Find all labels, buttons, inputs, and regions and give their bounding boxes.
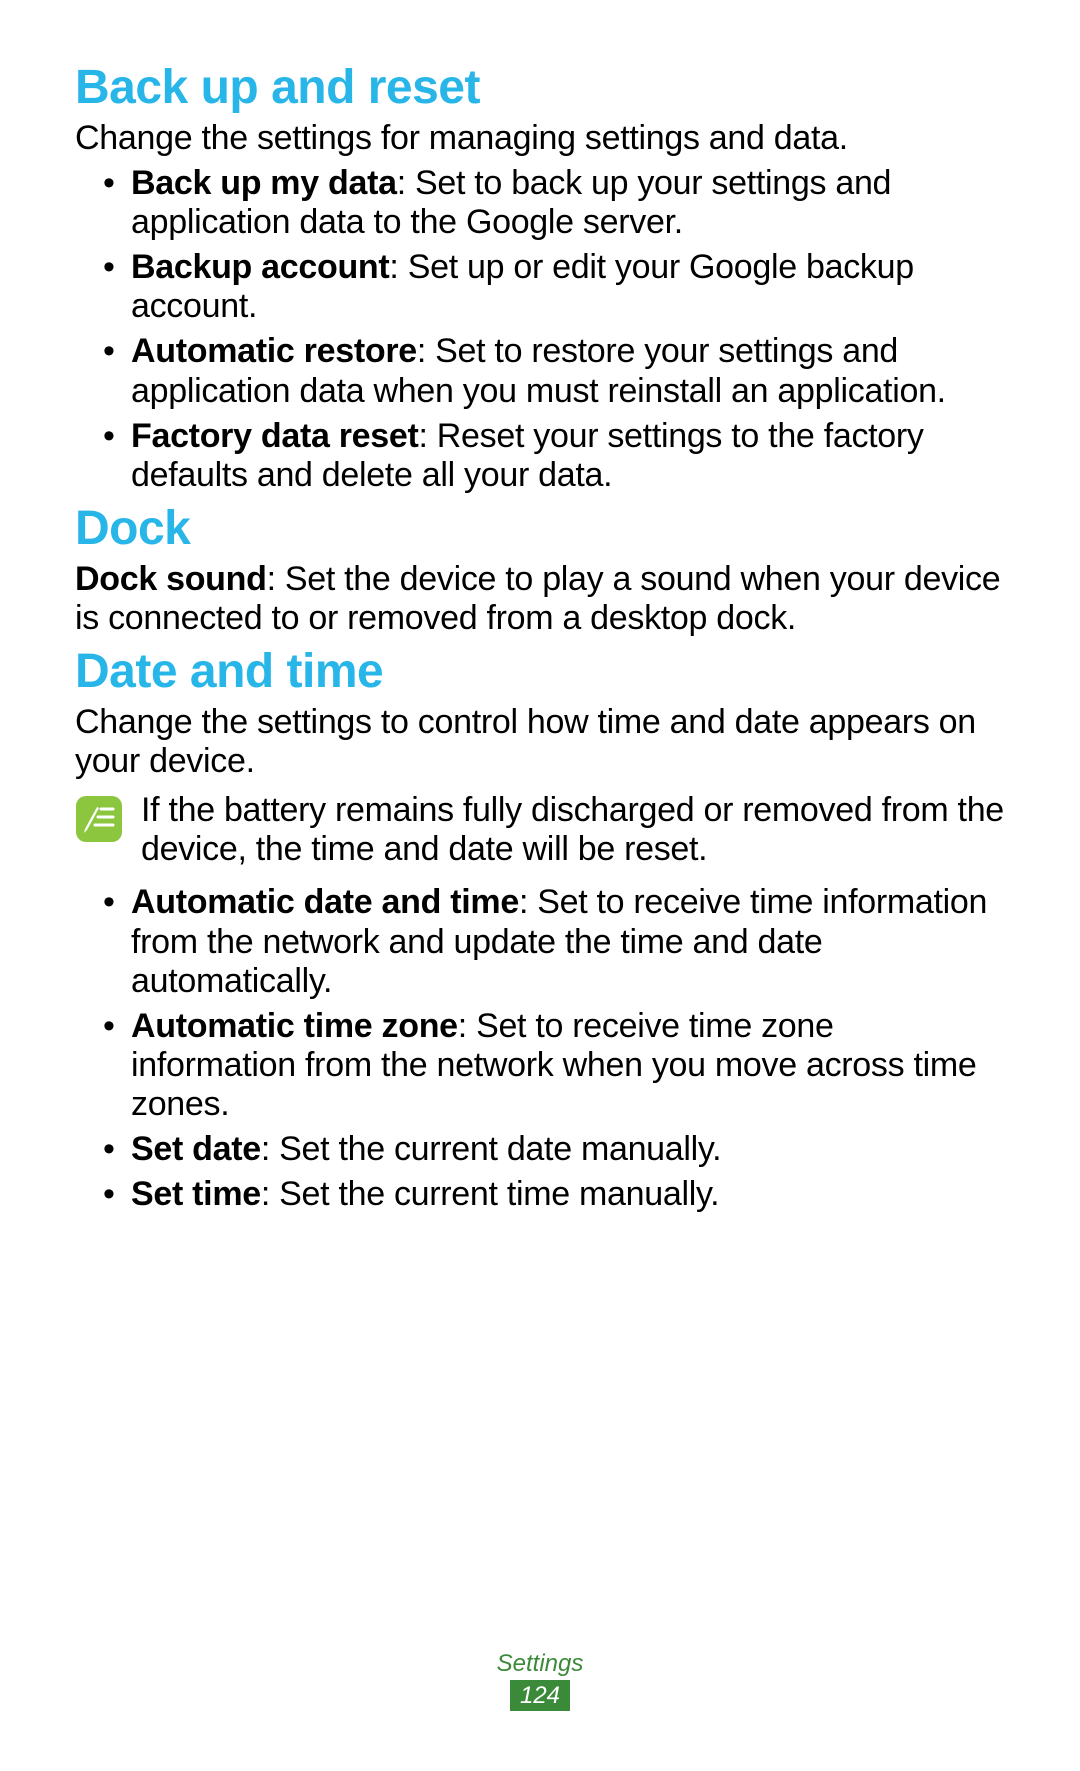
list-item: Factory data reset: Reset your settings …: [103, 417, 1005, 495]
intro-backup-reset: Change the settings for managing setting…: [75, 119, 1005, 158]
heading-backup-reset: Back up and reset: [75, 60, 1005, 115]
note-callout: If the battery remains fully discharged …: [75, 791, 1005, 869]
list-item: Automatic restore: Set to restore your s…: [103, 332, 1005, 410]
term: Set date: [131, 1130, 261, 1168]
desc: : Set the current time manually.: [261, 1175, 719, 1213]
footer-page-number: 124: [510, 1680, 570, 1711]
term: Back up my data: [131, 164, 397, 202]
list-backup-reset: Back up my data: Set to back up your set…: [75, 164, 1005, 495]
note-icon: [75, 795, 123, 843]
term: Automatic time zone: [131, 1007, 458, 1045]
note-text: If the battery remains fully discharged …: [141, 791, 1005, 869]
heading-dock: Dock: [75, 501, 1005, 556]
term: Dock sound: [75, 560, 267, 598]
list-date-time: Automatic date and time: Set to receive …: [75, 883, 1005, 1214]
footer-section-name: Settings: [0, 1650, 1080, 1678]
dock-item: Dock sound: Set the device to play a sou…: [75, 560, 1005, 638]
list-item: Set date: Set the current date manually.: [103, 1130, 1005, 1169]
list-item: Back up my data: Set to back up your set…: [103, 164, 1005, 242]
intro-date-time: Change the settings to control how time …: [75, 703, 1005, 781]
term: Backup account: [131, 248, 389, 286]
manual-page: Back up and reset Change the settings fo…: [0, 0, 1080, 1771]
heading-date-time: Date and time: [75, 644, 1005, 699]
list-item: Automatic date and time: Set to receive …: [103, 883, 1005, 1000]
term: Automatic restore: [131, 332, 417, 370]
list-item: Backup account: Set up or edit your Goog…: [103, 248, 1005, 326]
list-item: Automatic time zone: Set to receive time…: [103, 1007, 1005, 1124]
term: Automatic date and time: [131, 883, 519, 921]
desc: : Set the current date manually.: [261, 1130, 721, 1168]
term: Factory data reset: [131, 417, 419, 455]
page-footer: Settings 124: [0, 1650, 1080, 1711]
term: Set time: [131, 1175, 261, 1213]
list-item: Set time: Set the current time manually.: [103, 1175, 1005, 1214]
